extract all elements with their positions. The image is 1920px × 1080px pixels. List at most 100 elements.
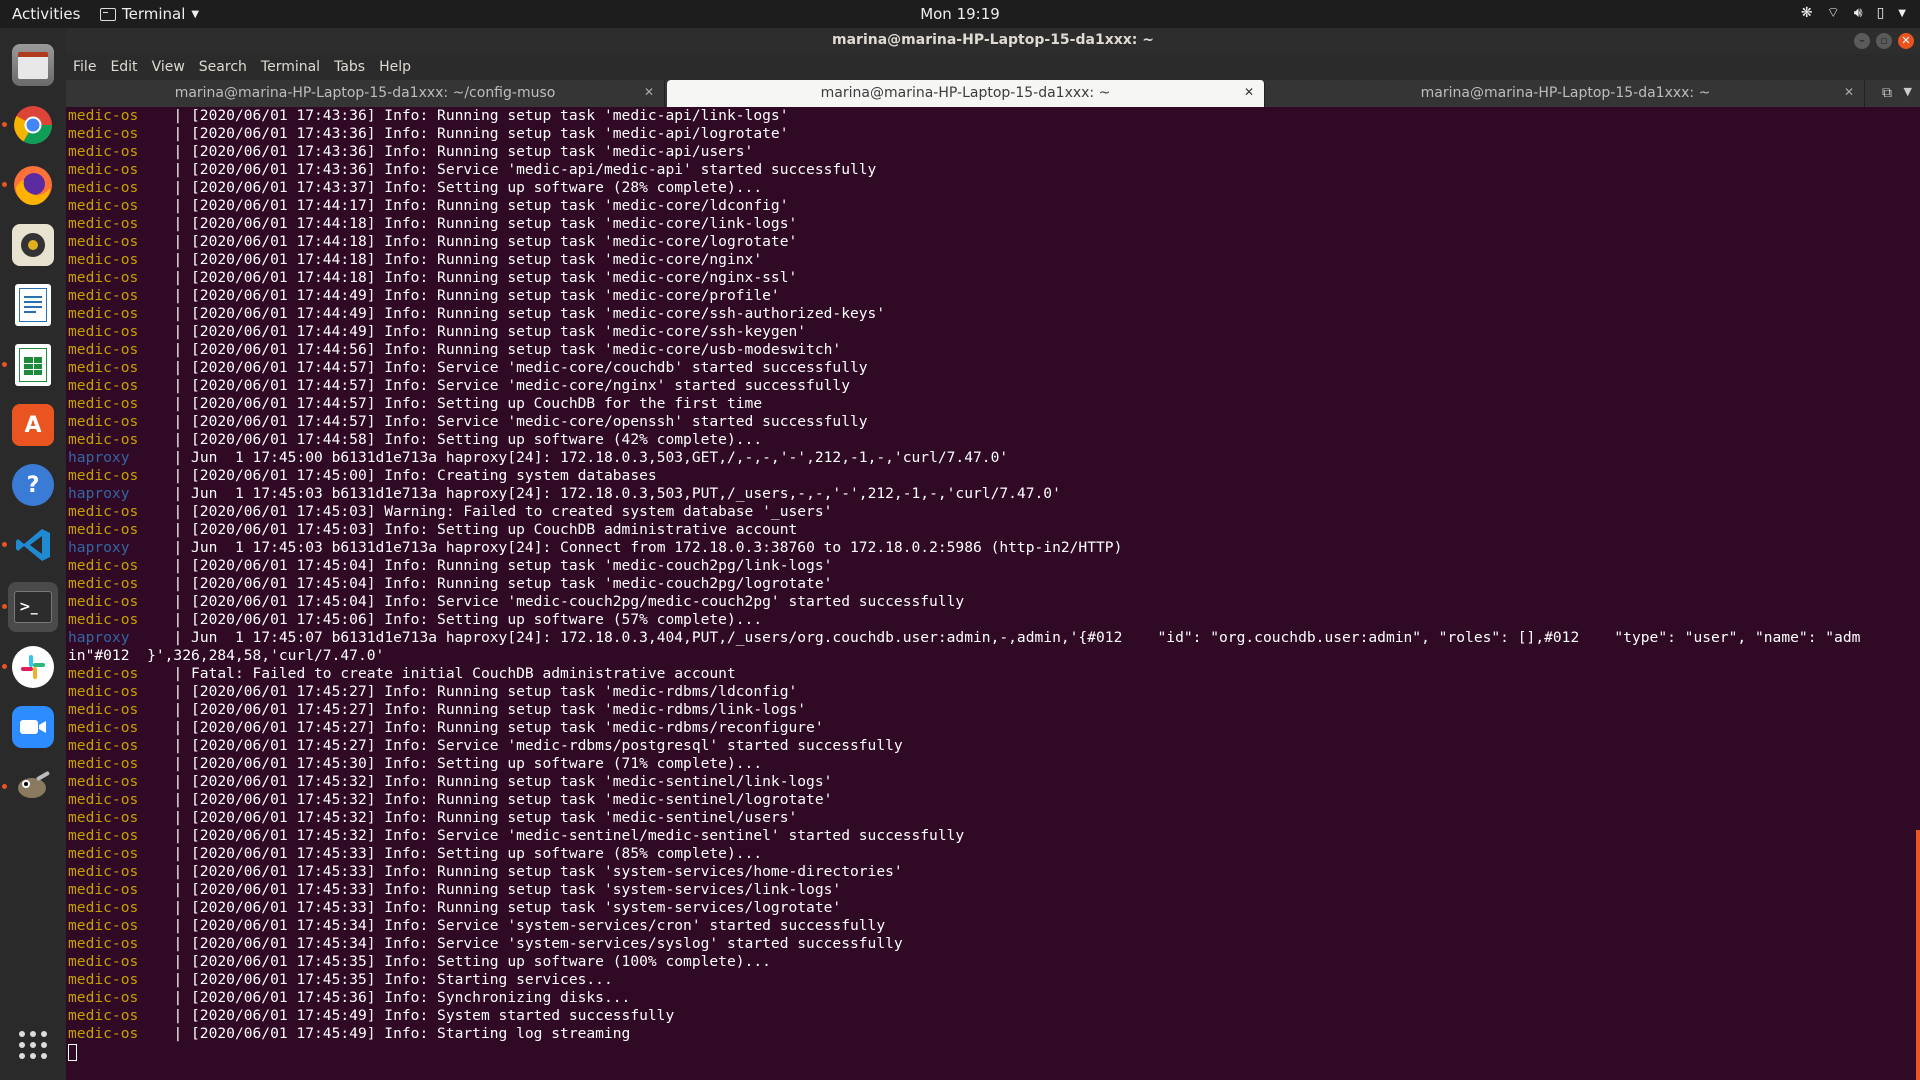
dock-calc[interactable] [2, 340, 58, 390]
log-message: [2020/06/01 17:45:06] Info: Setting up s… [191, 611, 763, 628]
maximize-button[interactable]: ▫ [1876, 33, 1892, 49]
tab-home-active[interactable]: marina@marina-HP-Laptop-15-da1xxx: ~ ✕ [667, 80, 1265, 107]
dock-rhythmbox[interactable] [8, 220, 58, 270]
tab-config-muso[interactable]: marina@marina-HP-Laptop-15-da1xxx: ~/con… [66, 80, 665, 107]
line-separator: | [138, 287, 192, 304]
service-label: medic-os [68, 755, 139, 772]
system-tray[interactable]: ❋ ⌔ 🔊︎ ▯ ▼ [1801, 4, 1906, 22]
dock-firefox[interactable] [2, 160, 58, 210]
dock-gimp[interactable] [2, 762, 58, 812]
volume-icon[interactable]: 🔊︎ [1854, 5, 1863, 21]
dock-slack[interactable] [2, 642, 58, 692]
scrollbar[interactable] [1916, 830, 1920, 1080]
line-separator: | [138, 611, 192, 628]
service-label: medic-os [68, 503, 139, 520]
terminal-line: medic-os | [2020/06/01 17:45:35] Info: S… [68, 953, 1910, 971]
menu-help[interactable]: Help [372, 54, 418, 80]
terminal-line: medic-os | [2020/06/01 17:45:49] Info: S… [68, 1007, 1910, 1025]
wifi-icon[interactable]: ⌔ [1827, 4, 1840, 22]
terminal-line: medic-os | [2020/06/01 17:45:33] Info: R… [68, 863, 1910, 881]
menu-tabs[interactable]: Tabs [327, 54, 372, 80]
close-icon[interactable]: ✕ [644, 85, 654, 99]
terminal-line: medic-os | [2020/06/01 17:45:34] Info: S… [68, 917, 1910, 935]
activities-button[interactable]: Activities [12, 5, 80, 23]
dock-chrome[interactable] [2, 100, 58, 150]
dock-help[interactable]: ? [8, 460, 58, 510]
log-message: [2020/06/01 17:45:00] Info: Creating sys… [191, 467, 657, 484]
service-label: medic-os [68, 935, 139, 952]
terminal-line: medic-os | [2020/06/01 17:45:32] Info: R… [68, 809, 1910, 827]
service-label: medic-os [68, 287, 139, 304]
close-icon[interactable]: ✕ [1244, 85, 1254, 99]
service-label: medic-os [68, 269, 139, 286]
app-menu[interactable]: Terminal ▼ [100, 5, 199, 23]
log-message: [2020/06/01 17:45:27] Info: Running setu… [191, 701, 807, 718]
menu-view[interactable]: View [145, 54, 192, 80]
terminal-output[interactable]: medic-os | [2020/06/01 17:43:36] Info: R… [66, 107, 1910, 1080]
minimize-button[interactable]: – [1854, 33, 1870, 49]
service-label: medic-os [68, 593, 139, 610]
line-separator: | [138, 377, 192, 394]
log-message: [2020/06/01 17:45:32] Info: Running setu… [191, 773, 833, 790]
line-separator: | [138, 773, 192, 790]
terminal-line: medic-os | [2020/06/01 17:45:04] Info: R… [68, 557, 1910, 575]
battery-icon[interactable]: ▯ [1877, 5, 1885, 21]
log-message: [2020/06/01 17:45:34] Info: Service 'sys… [191, 917, 886, 934]
files-icon [12, 44, 54, 86]
dock-writer[interactable] [8, 280, 58, 330]
log-message: in"#012 }',326,284,58,'curl/7.47.0' [68, 647, 385, 664]
terminal-line: medic-os | [2020/06/01 17:44:57] Info: S… [68, 377, 1910, 395]
window-titlebar[interactable]: marina@marina-HP-Laptop-15-da1xxx: ~ – ▫… [66, 28, 1920, 54]
menu-terminal[interactable]: Terminal [254, 54, 327, 80]
menu-edit[interactable]: Edit [103, 54, 144, 80]
dock-terminal[interactable]: >_ [2, 582, 58, 632]
chevron-down-icon[interactable]: ▼ [1898, 8, 1906, 19]
log-message: [2020/06/01 17:45:03] Warning: Failed to… [191, 503, 833, 520]
service-label: medic-os [68, 251, 139, 268]
terminal-line: medic-os | [2020/06/01 17:43:36] Info: S… [68, 161, 1910, 179]
running-indicator [2, 182, 7, 187]
clock[interactable]: Mon 19:19 [0, 5, 1920, 23]
terminal-line: medic-os | [2020/06/01 17:45:04] Info: S… [68, 593, 1910, 611]
terminal-line: haproxy | Jun 1 17:45:07 b6131d1e713a ha… [68, 629, 1910, 647]
line-separator: | [138, 953, 192, 970]
service-label: medic-os [68, 701, 139, 718]
service-label: medic-os [68, 899, 139, 916]
log-message: [2020/06/01 17:44:49] Info: Running setu… [191, 305, 886, 322]
menu-file[interactable]: File [66, 54, 103, 80]
line-separator: | [138, 899, 192, 916]
log-message: Fatal: Failed to create initial CouchDB … [191, 665, 736, 682]
prompt-line [68, 1043, 1910, 1061]
close-icon[interactable]: ✕ [1844, 85, 1854, 99]
accessibility-icon[interactable]: ❋ [1801, 5, 1813, 21]
line-separator: | [138, 107, 192, 124]
chevron-down-icon[interactable]: ▼ [1904, 85, 1912, 98]
running-indicator [2, 604, 7, 609]
log-message: [2020/06/01 17:44:49] Info: Running setu… [191, 287, 780, 304]
service-label: medic-os [68, 1007, 139, 1024]
new-tab-icon[interactable]: ⧉ [1882, 85, 1892, 101]
log-message: [2020/06/01 17:45:33] Info: Running setu… [191, 863, 903, 880]
service-label: haproxy [68, 449, 130, 466]
terminal-line: medic-os | [2020/06/01 17:44:18] Info: R… [68, 269, 1910, 287]
service-label: medic-os [68, 305, 139, 322]
terminal-line: medic-os | Fatal: Failed to create initi… [68, 665, 1910, 683]
menu-search[interactable]: Search [192, 54, 254, 80]
service-label: medic-os [68, 719, 139, 736]
terminal-line: medic-os | [2020/06/01 17:43:37] Info: S… [68, 179, 1910, 197]
terminal-icon: >_ [14, 591, 52, 623]
window-controls: – ▫ ✕ [1854, 33, 1914, 49]
close-button[interactable]: ✕ [1898, 33, 1914, 49]
log-message: [2020/06/01 17:45:49] Info: Starting log… [191, 1025, 631, 1042]
line-separator: | [138, 809, 192, 826]
firefox-icon [12, 164, 54, 206]
terminal-line: in"#012 }',326,284,58,'curl/7.47.0' [68, 647, 1910, 665]
running-indicator [2, 122, 7, 127]
tab-home[interactable]: marina@marina-HP-Laptop-15-da1xxx: ~ ✕ [1267, 80, 1865, 107]
log-message: [2020/06/01 17:44:49] Info: Running setu… [191, 323, 807, 340]
dock-vscode[interactable] [2, 520, 58, 570]
dock-files[interactable] [8, 40, 58, 90]
dock-software[interactable]: A [8, 400, 58, 450]
dock-zoom[interactable] [8, 702, 58, 752]
dock-app-grid[interactable] [8, 1020, 58, 1070]
